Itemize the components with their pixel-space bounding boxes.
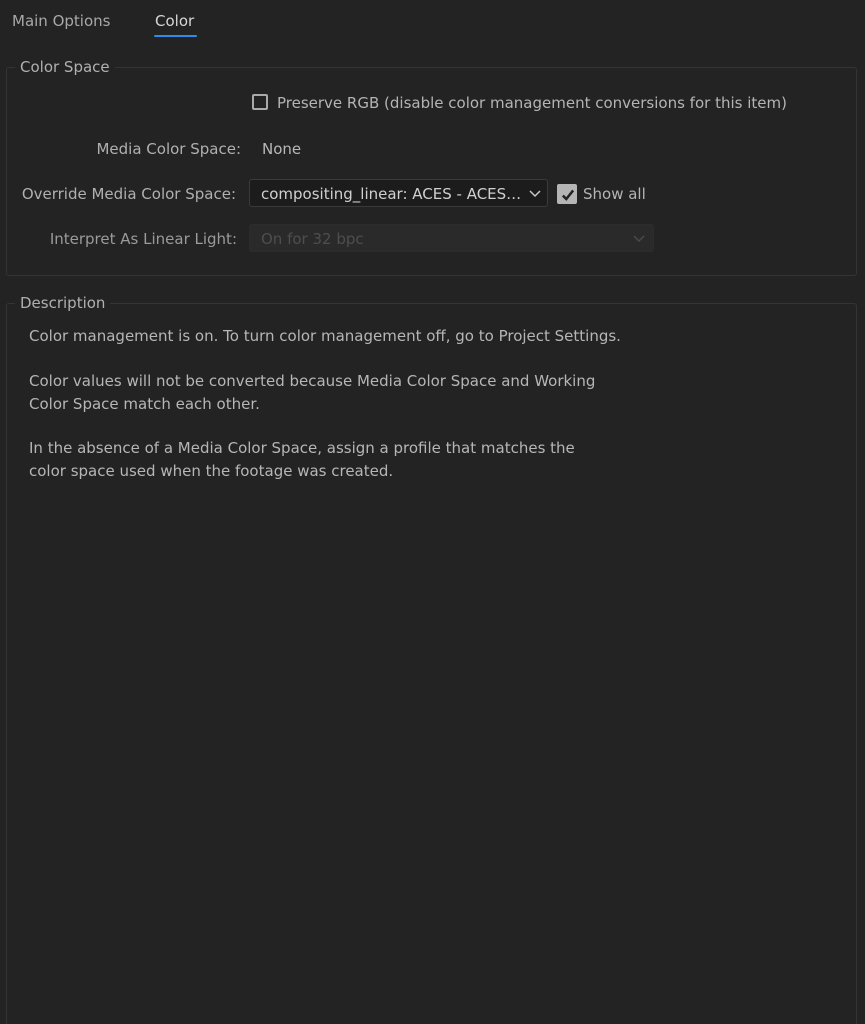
chevron-down-icon (633, 235, 645, 243)
tab-main-options[interactable]: Main Options (12, 12, 110, 30)
checkmark-icon (561, 189, 575, 201)
description-group-title: Description (15, 294, 111, 312)
override-media-color-space-label: Override Media Color Space: (21, 185, 236, 203)
description-paragraph: Color management is on. To turn color ma… (29, 327, 621, 345)
override-media-color-space-value: compositing_linear: ACES - ACES… (261, 185, 521, 203)
description-paragraph: In the absence of a Media Color Space, a… (29, 439, 575, 480)
interpret-footage-color-panel: Main Options Color Color Space Preserve … (0, 0, 865, 1024)
description-paragraph: Color values will not be converted becau… (29, 372, 596, 413)
preserve-rgb-label[interactable]: Preserve RGB (disable color management c… (277, 94, 787, 112)
active-tab-indicator (154, 35, 197, 37)
preserve-rgb-checkbox[interactable] (252, 94, 268, 110)
show-all-checkbox[interactable] (557, 184, 577, 204)
chevron-down-icon (529, 190, 541, 198)
color-space-group-title: Color Space (15, 58, 115, 76)
show-all-label[interactable]: Show all (583, 185, 646, 203)
media-color-space-label: Media Color Space: (96, 140, 241, 158)
media-color-space-value: None (262, 140, 302, 158)
interpret-as-linear-light-label: Interpret As Linear Light: (49, 230, 237, 248)
tab-color[interactable]: Color (155, 12, 194, 30)
interpret-as-linear-light-value: On for 32 bpc (261, 230, 364, 248)
interpret-as-linear-light-dropdown: On for 32 bpc (249, 224, 654, 252)
override-media-color-space-dropdown[interactable]: compositing_linear: ACES - ACES… (249, 179, 548, 207)
